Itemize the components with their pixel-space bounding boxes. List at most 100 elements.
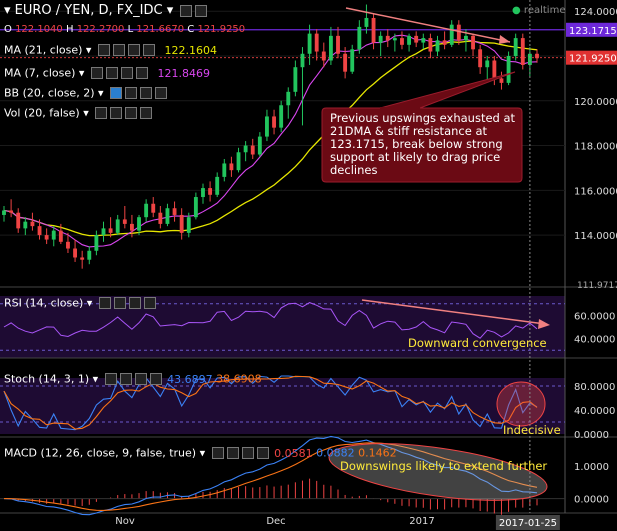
- format-icon[interactable]: [127, 44, 140, 56]
- close-icon[interactable]: [149, 373, 162, 385]
- candle-body: [371, 17, 376, 43]
- candle-body: [30, 221, 35, 227]
- candle-body: [222, 163, 227, 177]
- eye-icon[interactable]: [98, 297, 111, 309]
- gear-icon[interactable]: [119, 373, 132, 385]
- stoch-legend[interactable]: Stoch (14, 3, 1) ▾ 43.6897 38.6908: [4, 372, 262, 386]
- candle-body: [137, 217, 141, 231]
- rsi-tick-label: 40.0000: [574, 335, 615, 346]
- gear-icon[interactable]: [112, 44, 125, 56]
- candle-body: [257, 136, 262, 155]
- ma7-legend[interactable]: MA (7, close) ▾ 121.8469: [4, 66, 210, 80]
- gear-icon[interactable]: [113, 297, 126, 309]
- candle-body: [343, 53, 348, 72]
- price-tick-label: 124.0000: [574, 7, 617, 18]
- candle-body: [201, 188, 205, 198]
- price-cut-label: 111.9717: [577, 281, 617, 291]
- format-icon[interactable]: [120, 67, 133, 79]
- close-icon[interactable]: [135, 67, 148, 79]
- candle-body: [172, 208, 177, 215]
- stoch-tick-label: 40.0000: [574, 406, 615, 417]
- rsi-tick-label: 60.0000: [574, 311, 615, 322]
- chart-header: ▾ EURO / YEN, D, FX_IDC ▾: [4, 3, 208, 18]
- candle-body: [385, 35, 390, 41]
- candle-body: [2, 210, 6, 215]
- candle-body: [101, 228, 106, 236]
- macd-tick-label: 0.0000: [574, 495, 609, 506]
- candle-body: [364, 17, 369, 27]
- candle-body: [321, 51, 326, 61]
- candle-body: [208, 188, 213, 195]
- gear-icon[interactable]: [226, 447, 239, 459]
- format-icon[interactable]: [125, 107, 138, 119]
- candle-body: [286, 91, 291, 106]
- close-icon[interactable]: [142, 44, 155, 56]
- close-icon[interactable]: [155, 87, 168, 99]
- price-tick-label: 120.0000: [574, 97, 617, 108]
- chevron-down-icon[interactable]: ▾: [167, 3, 174, 18]
- candle-body: [108, 228, 113, 233]
- candle-body: [73, 248, 77, 258]
- close-icon[interactable]: [140, 107, 153, 119]
- gear-icon[interactable]: [110, 107, 123, 119]
- stoch-tick-label: 0.0000: [574, 430, 609, 441]
- rsi-legend[interactable]: RSI (14, close) ▾: [4, 296, 156, 310]
- macd-legend[interactable]: MACD (12, 26, close, 9, false, true) ▾ 0…: [4, 446, 397, 460]
- candle-body: [51, 230, 56, 240]
- candle-body: [265, 116, 269, 137]
- eye-icon[interactable]: [95, 107, 108, 119]
- eye-icon[interactable]: [90, 67, 103, 79]
- close-icon[interactable]: [256, 447, 269, 459]
- candle-body: [428, 38, 433, 52]
- price-tick-label: 118.0000: [574, 142, 617, 153]
- close-icon[interactable]: [143, 297, 156, 309]
- eye-icon[interactable]: [104, 373, 117, 385]
- candle-body: [464, 35, 468, 41]
- bb-legend[interactable]: BB (20, close, 2) ▾: [4, 86, 168, 100]
- time-axis-label: 2017: [409, 516, 434, 527]
- indecisive-highlight: [496, 381, 546, 427]
- last-price-label: 121.9250: [569, 54, 617, 65]
- ma21-legend[interactable]: MA (21, close) ▾ 122.1604: [4, 43, 217, 57]
- candle-body: [229, 163, 234, 171]
- candle-body: [471, 35, 475, 50]
- format-icon[interactable]: [134, 373, 147, 385]
- candle-body: [87, 250, 92, 260]
- candle-body: [279, 105, 284, 128]
- format-icon[interactable]: [128, 297, 141, 309]
- macd-tick-label: 1.0000: [574, 462, 609, 473]
- candle-body: [456, 24, 461, 41]
- candle-body: [293, 67, 298, 92]
- price-tick-label: 116.0000: [574, 186, 617, 197]
- eye-icon[interactable]: [110, 87, 123, 99]
- cursor-date-label: 2017-01-25: [499, 518, 557, 529]
- settings-button[interactable]: [180, 4, 193, 17]
- candle-body: [328, 35, 333, 61]
- candle-body: [535, 53, 539, 59]
- format-icon[interactable]: [140, 87, 153, 99]
- candle-body: [250, 145, 255, 155]
- candle-body: [158, 212, 163, 224]
- candle-body: [506, 56, 511, 83]
- format-icon[interactable]: [241, 447, 254, 459]
- candle-body: [400, 38, 404, 45]
- chevron-down-icon[interactable]: ▾: [4, 3, 11, 18]
- candle-body: [129, 223, 134, 231]
- candle-body: [272, 116, 276, 128]
- candle-body: [122, 219, 127, 224]
- stoch-annotation: Indecisive: [503, 423, 561, 437]
- eye-icon[interactable]: [211, 447, 224, 459]
- close-button[interactable]: [195, 4, 208, 17]
- gear-icon[interactable]: [125, 87, 138, 99]
- gear-icon[interactable]: [105, 67, 118, 79]
- ohlc-readout: O 122.1040 H 122.2700 L 121.6670 C 121.9…: [4, 24, 246, 35]
- candle-body: [115, 219, 120, 233]
- candle-body: [144, 203, 149, 218]
- time-axis-label: Nov: [115, 516, 135, 527]
- candle-body: [407, 35, 412, 45]
- chart-root: { "header": { "title": "EURO / YEN, D, F…: [0, 0, 617, 531]
- candle-body: [243, 145, 248, 153]
- vol-legend[interactable]: Vol (20, false) ▾: [4, 106, 153, 120]
- eye-icon[interactable]: [97, 44, 110, 56]
- candle-body: [527, 53, 532, 65]
